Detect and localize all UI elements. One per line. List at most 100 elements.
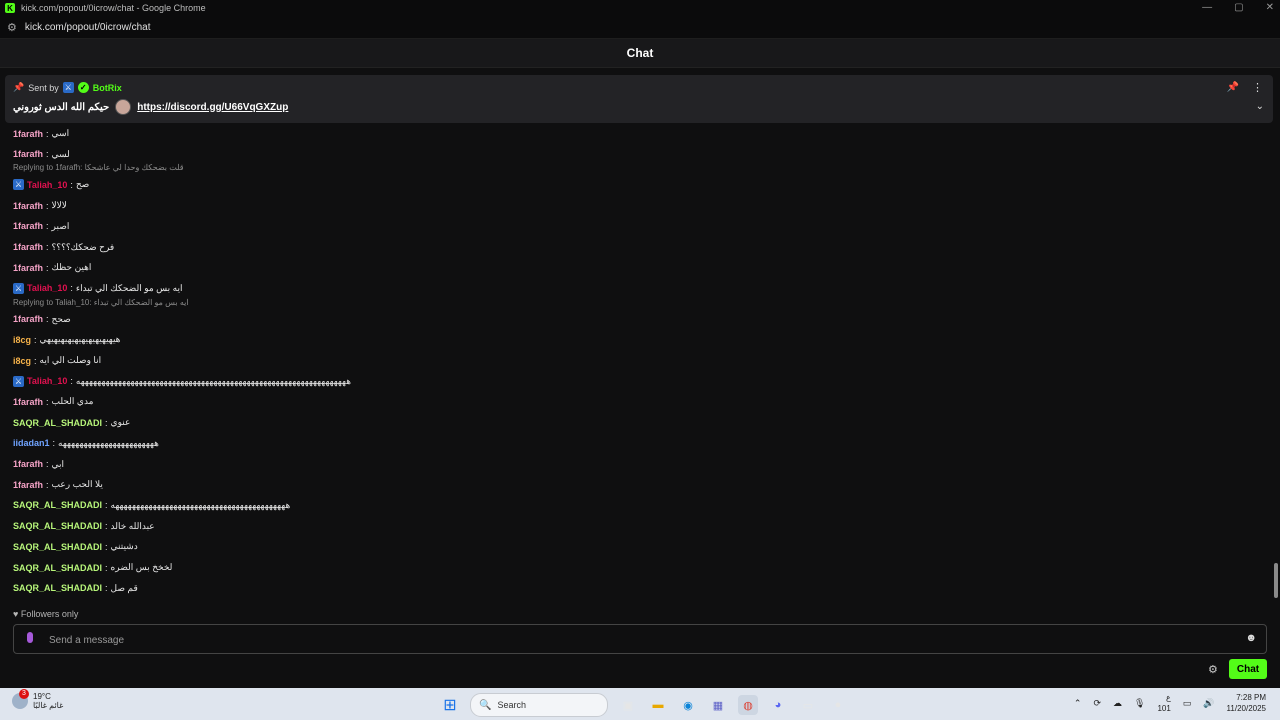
- message-colon: :: [46, 149, 49, 160]
- chat-message: i8cg: انا وصلت الي ايه: [13, 355, 101, 366]
- network-icon[interactable]: ☁: [1113, 698, 1122, 709]
- address-bar[interactable]: ⚙ kick.com/popout/0icrow/chat: [0, 16, 1280, 39]
- message-username[interactable]: SAQR_AL_SHADADI: [13, 418, 102, 428]
- message-text: ايه بس مو الضحكك الي تبداء: [75, 282, 183, 293]
- message-text: هههههههههههههههههههههههه: [58, 437, 159, 448]
- chat-message: iidadan1: هههههههههههههههههههههههه: [13, 438, 159, 449]
- message-colon: :: [105, 521, 108, 532]
- message-text: لخخخ بس الضره: [110, 562, 173, 572]
- clock-time: 7:28 PM: [1236, 693, 1266, 702]
- task-view-icon[interactable]: ▣: [618, 695, 638, 715]
- keyboard-layout: 101: [1157, 704, 1171, 713]
- message-username[interactable]: 1farafh: [13, 242, 43, 252]
- sync-icon[interactable]: ⟳: [1093, 698, 1101, 709]
- chat-message: 1farafh: فرح ضحكك؟؟؟؟: [13, 242, 114, 253]
- display-icon[interactable]: ▭: [1183, 698, 1192, 709]
- microphone-icon[interactable]: [27, 632, 33, 643]
- message-username[interactable]: SAQR_AL_SHADADI: [13, 583, 102, 593]
- close-icon[interactable]: ✕: [1266, 2, 1274, 13]
- keyboard-language[interactable]: ع 101: [1157, 692, 1170, 714]
- unpin-icon[interactable]: 📌: [1227, 82, 1239, 93]
- message-text: اهين حظك: [51, 262, 92, 273]
- chat-message: SAQR_AL_SHADADI: هههههههههههههههههههههههه…: [13, 500, 290, 511]
- search-icon: 🔍: [479, 699, 492, 711]
- followers-only-label: Followers only: [20, 609, 79, 619]
- chat-header: Chat: [0, 39, 1280, 68]
- chat-message: 1farafh: اسي: [13, 128, 69, 139]
- message-username[interactable]: iidadan1: [13, 438, 50, 448]
- message-text: عنوي: [110, 417, 131, 428]
- scrollbar-thumb[interactable]: [1274, 563, 1278, 598]
- windows-start-icon[interactable]: ⊞: [440, 695, 460, 715]
- chat-message: 1farafh: صحح: [13, 314, 71, 325]
- message-input-box[interactable]: ☻: [13, 624, 1267, 654]
- message-text: فرح ضحكك؟؟؟؟: [51, 241, 115, 252]
- scrollbar[interactable]: [1274, 70, 1278, 600]
- message-username[interactable]: 1farafh: [13, 459, 43, 469]
- chat-send-button[interactable]: Chat: [1229, 659, 1267, 679]
- emoji-icon[interactable]: ☻: [1245, 632, 1257, 644]
- message-username[interactable]: 1farafh: [13, 129, 43, 139]
- chat-message: SAQR_AL_SHADADI: دشيتني: [13, 541, 138, 552]
- message-text: هيهيهيهيهيهيهيهيهيهيهي: [39, 334, 121, 345]
- message-username[interactable]: 1farafh: [13, 397, 43, 407]
- minimize-icon[interactable]: —: [1202, 2, 1212, 13]
- message-username[interactable]: 1farafh: [13, 201, 43, 211]
- more-options-icon[interactable]: ⋮: [1252, 81, 1263, 94]
- message-colon: :: [34, 334, 37, 345]
- file-explorer-icon[interactable]: ▬: [648, 695, 668, 715]
- pinned-text: حيكم الله الدس ثوروني: [13, 101, 110, 113]
- page-title: Chat: [626, 46, 654, 60]
- terminal-icon[interactable]: ▭: [798, 695, 818, 715]
- site-info-icon[interactable]: ⚙: [7, 21, 17, 34]
- chevron-down-icon[interactable]: ⌄: [1256, 101, 1264, 112]
- message-username[interactable]: SAQR_AL_SHADADI: [13, 542, 102, 552]
- volume-icon[interactable]: 🔊: [1203, 698, 1214, 709]
- message-username[interactable]: 1farafh: [13, 149, 43, 159]
- chat-message: 1farafh: اهين حظك: [13, 262, 91, 273]
- message-username[interactable]: Taliah_10: [27, 283, 67, 293]
- teams-icon[interactable]: ▦: [708, 695, 728, 715]
- chat-message: SAQR_AL_SHADADI: عنوي: [13, 417, 130, 428]
- chat-message: ⚔ Taliah_10: صح: [13, 179, 89, 191]
- chevron-up-icon[interactable]: ⌃: [1074, 698, 1082, 709]
- search-label: Search: [497, 700, 526, 710]
- message-username[interactable]: i8cg: [13, 335, 31, 345]
- message-username[interactable]: SAQR_AL_SHADADI: [13, 521, 102, 531]
- chat-message: SAQR_AL_SHADADI: قم صل: [13, 583, 138, 594]
- message-username[interactable]: 1farafh: [13, 221, 43, 231]
- system-tray: ⌃ ⟳ ☁ 🎙 ع 101 ▭ 🔊 7:28 PM 11/20/2025: [1074, 692, 1266, 714]
- message-username[interactable]: Taliah_10: [27, 180, 67, 190]
- chat-message: 1farafh: ابي: [13, 459, 64, 470]
- url-text[interactable]: kick.com/popout/0icrow/chat: [25, 22, 151, 33]
- message-username[interactable]: 1farafh: [13, 263, 43, 273]
- taskbar-search[interactable]: 🔍 Search: [470, 693, 608, 717]
- message-username[interactable]: SAQR_AL_SHADADI: [13, 500, 102, 510]
- pinned-sender[interactable]: BotRix: [93, 83, 122, 93]
- message-username[interactable]: Taliah_10: [27, 376, 67, 386]
- edge-icon[interactable]: ◉: [678, 695, 698, 715]
- gear-icon[interactable]: ⚙: [1208, 663, 1218, 676]
- message-text: لالالا: [51, 200, 67, 211]
- clock[interactable]: 7:28 PM 11/20/2025: [1227, 692, 1266, 714]
- message-text: هههههههههههههههههههههههههههههههههههههههه…: [110, 499, 291, 510]
- discord-icon[interactable]: ◕: [768, 695, 788, 715]
- microphone-tray-icon[interactable]: 🎙: [1134, 698, 1145, 709]
- message-text: مدي الحلب: [51, 396, 94, 407]
- message-username[interactable]: 1farafh: [13, 480, 43, 490]
- discord-link[interactable]: https://discord.gg/U66VqGXZup: [137, 102, 288, 113]
- weather-widget[interactable]: 3 19°C غائم غالبًا: [12, 689, 63, 710]
- message-username[interactable]: SAQR_AL_SHADADI: [13, 563, 102, 573]
- maximize-icon[interactable]: ▢: [1234, 2, 1243, 13]
- message-text: يلا الحب رعب: [51, 479, 103, 490]
- message-username[interactable]: i8cg: [13, 356, 31, 366]
- chrome-icon[interactable]: ◍: [738, 695, 758, 715]
- message-username[interactable]: 1farafh: [13, 314, 43, 324]
- verified-badge-icon: ✓: [77, 82, 89, 93]
- chat-message: SAQR_AL_SHADADI: لخخخ بس الضره: [13, 562, 172, 573]
- message-input[interactable]: [47, 631, 1231, 649]
- app-icon[interactable]: ●: [828, 695, 848, 715]
- followers-only-notice: ♥ Followers only: [13, 609, 78, 619]
- message-colon: :: [46, 396, 49, 407]
- chat-message: 1farafh: اصبر: [13, 221, 69, 232]
